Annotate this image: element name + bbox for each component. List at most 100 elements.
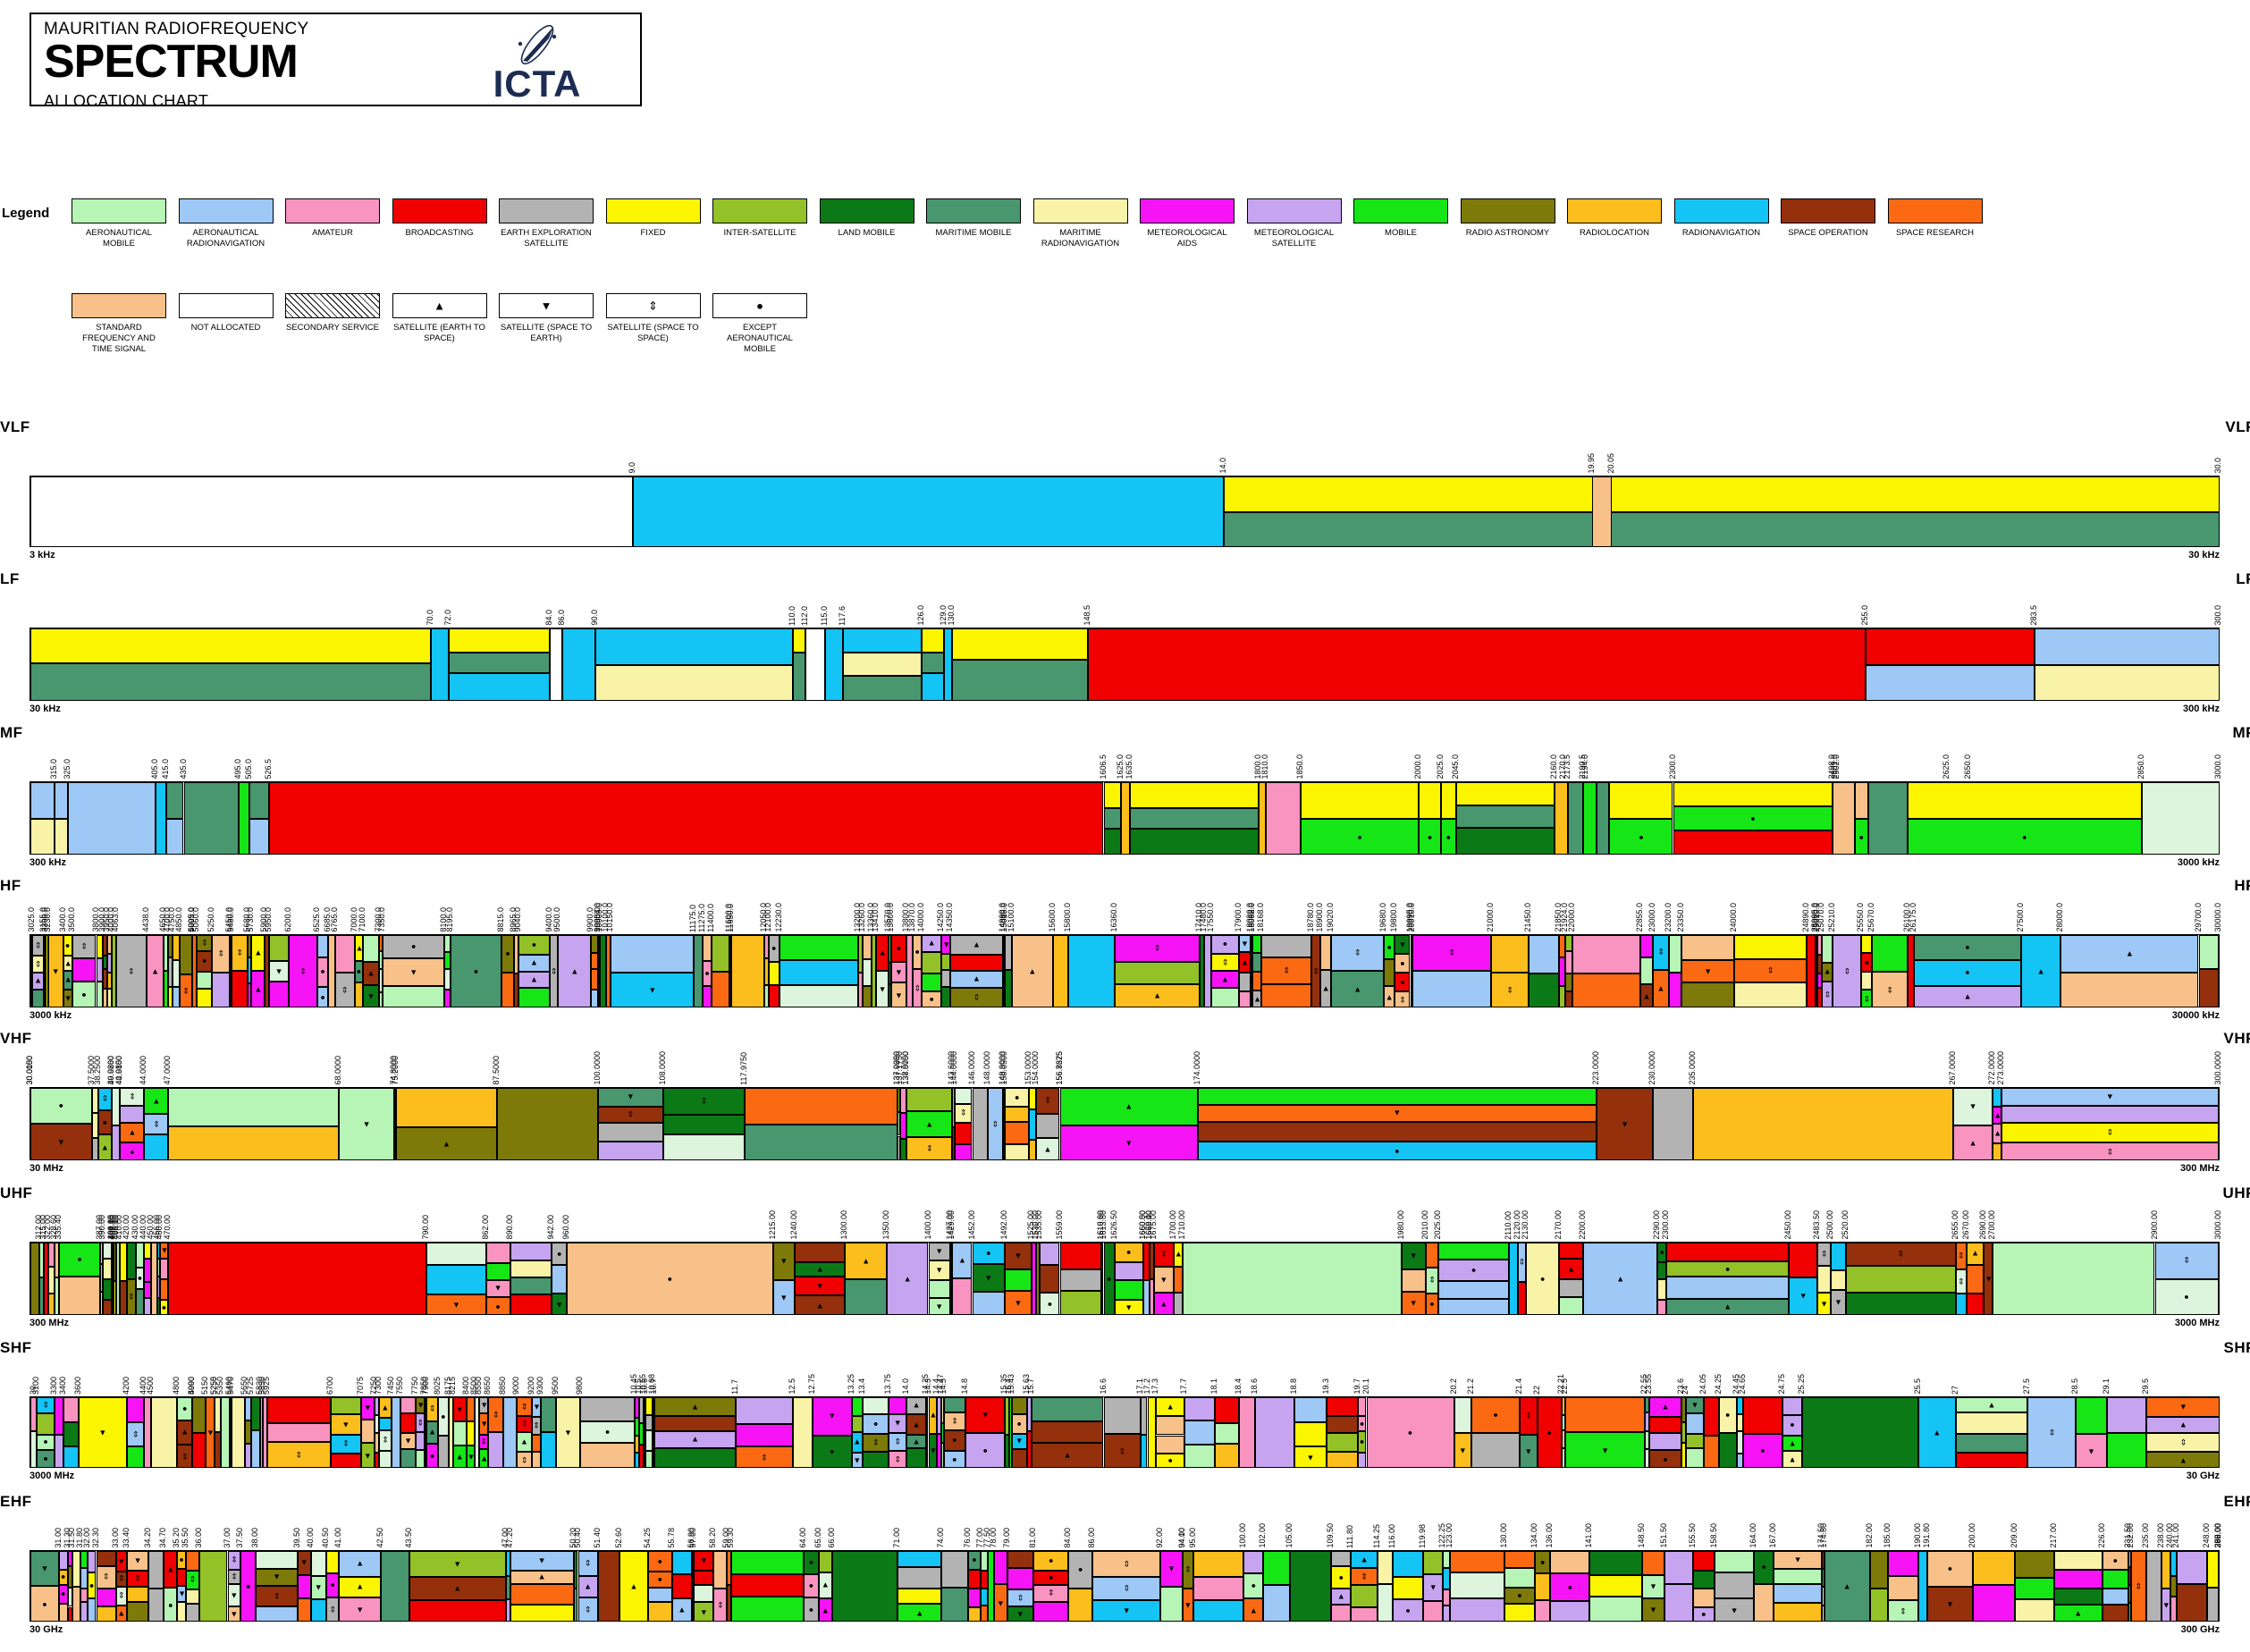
allocation-block[interactable]: ● — [1673, 806, 1833, 831]
allocation-block[interactable] — [87, 1598, 97, 1621]
allocation-block[interactable]: ▼ — [772, 1280, 796, 1314]
allocation-block[interactable] — [899, 1112, 906, 1139]
allocation-block[interactable]: ▼ — [1830, 1289, 1847, 1314]
allocation-block[interactable]: ● — [1609, 819, 1673, 854]
allocation-block[interactable] — [694, 1570, 714, 1585]
allocation-block[interactable]: ⇕ — [1351, 1568, 1378, 1586]
allocation-block[interactable]: ● — [1033, 1551, 1069, 1572]
allocation-block[interactable]: ▼ — [479, 1397, 489, 1414]
allocation-block[interactable]: ● — [164, 1588, 178, 1621]
allocation-block[interactable] — [1327, 1432, 1358, 1452]
allocation-block[interactable] — [431, 628, 449, 700]
allocation-block[interactable] — [795, 1243, 846, 1263]
allocation-block[interactable] — [1673, 782, 1833, 807]
allocation-block[interactable] — [150, 1397, 178, 1467]
allocation-block[interactable]: ▼ — [452, 1397, 467, 1422]
allocation-block[interactable]: ⇕ — [2027, 1397, 2077, 1467]
allocation-block[interactable]: ● — [890, 935, 906, 963]
allocation-block[interactable] — [54, 782, 68, 819]
allocation-block[interactable]: ▲ — [950, 970, 1003, 988]
allocation-block[interactable] — [1802, 1397, 1918, 1467]
allocation-block[interactable] — [1535, 1573, 1551, 1601]
allocation-block[interactable] — [954, 1088, 973, 1105]
allocation-block[interactable] — [1033, 1601, 1069, 1621]
allocation-block[interactable] — [1866, 665, 2035, 700]
allocation-block[interactable] — [111, 1125, 121, 1159]
allocation-block[interactable] — [2207, 1588, 2219, 1621]
allocation-block[interactable] — [1173, 1266, 1183, 1294]
allocation-block[interactable] — [1692, 1571, 1715, 1589]
allocation-block[interactable] — [32, 989, 44, 1007]
allocation-block[interactable] — [1114, 962, 1201, 984]
allocation-block[interactable] — [334, 935, 355, 973]
allocation-block[interactable] — [1184, 1397, 1216, 1420]
allocation-block[interactable] — [819, 1551, 832, 1572]
allocation-block[interactable]: ⇕ — [1520, 1397, 1538, 1435]
allocation-block[interactable]: ▲ — [339, 1576, 381, 1597]
allocation-block[interactable] — [185, 1589, 199, 1604]
allocation-block[interactable] — [58, 1277, 101, 1314]
allocation-block[interactable]: ▲ — [378, 1397, 392, 1419]
allocation-block[interactable] — [2161, 1551, 2170, 1589]
allocation-block[interactable] — [72, 957, 97, 982]
allocation-block[interactable] — [1440, 782, 1456, 819]
allocation-block[interactable]: ▼ — [890, 982, 906, 1007]
allocation-block[interactable] — [1686, 1434, 1704, 1449]
allocation-block[interactable] — [144, 1134, 169, 1159]
allocation-block[interactable] — [2102, 1589, 2129, 1605]
allocation-block[interactable]: ● — [922, 990, 942, 1007]
allocation-block[interactable]: ⇕ — [735, 1446, 793, 1467]
allocation-block[interactable] — [1639, 935, 1654, 957]
allocation-block[interactable] — [54, 1397, 63, 1436]
allocation-block[interactable] — [792, 653, 806, 700]
allocation-block[interactable] — [1129, 782, 1260, 808]
allocation-block[interactable] — [2076, 1397, 2107, 1435]
allocation-block[interactable] — [1830, 1269, 1847, 1290]
allocation-block[interactable]: ▲ — [1320, 969, 1332, 1007]
allocation-block[interactable] — [1455, 827, 1555, 854]
allocation-block[interactable] — [1215, 1397, 1240, 1424]
allocation-block[interactable]: ⇕ — [1260, 957, 1312, 985]
allocation-block[interactable] — [779, 960, 859, 985]
allocation-block[interactable] — [851, 1415, 863, 1432]
allocation-block[interactable] — [256, 1606, 298, 1621]
allocation-block[interactable] — [72, 1586, 81, 1621]
allocation-block[interactable] — [1357, 1397, 1367, 1417]
allocation-block[interactable] — [922, 973, 942, 991]
allocation-block[interactable] — [1668, 935, 1682, 974]
allocation-block[interactable]: ⇕ — [516, 1397, 533, 1417]
allocation-block[interactable] — [2145, 1551, 2162, 1621]
allocation-block[interactable]: ⇕ — [32, 956, 44, 974]
allocation-block[interactable] — [1734, 935, 1807, 960]
allocation-block[interactable]: ▼ — [360, 1397, 375, 1420]
allocation-block[interactable] — [1384, 959, 1395, 987]
allocation-block[interactable] — [444, 968, 451, 990]
allocation-block[interactable]: ▲ — [906, 1413, 927, 1436]
allocation-block[interactable]: ● — [1301, 819, 1420, 854]
allocation-block[interactable]: ● — [197, 950, 213, 972]
allocation-block[interactable]: ▼ — [941, 935, 950, 955]
allocation-block[interactable]: ▼ — [1789, 1277, 1818, 1314]
allocation-block[interactable]: ⇕ — [516, 1416, 533, 1432]
allocation-block[interactable]: ⇕ — [1887, 1600, 1918, 1621]
allocation-block[interactable]: ▲ — [928, 1397, 938, 1434]
allocation-block[interactable]: ⇕ — [863, 1433, 889, 1453]
allocation-block[interactable] — [1059, 1243, 1102, 1270]
allocation-block[interactable] — [952, 1278, 973, 1314]
allocation-block[interactable]: ▼ — [1423, 1574, 1444, 1601]
allocation-block[interactable] — [168, 1243, 427, 1314]
allocation-block[interactable]: ⇕ — [889, 1432, 906, 1451]
allocation-block[interactable]: ● — [1550, 1573, 1590, 1602]
allocation-block[interactable]: ⇕ — [532, 1416, 541, 1435]
allocation-block[interactable]: ⇕ — [1653, 935, 1669, 970]
allocation-block[interactable] — [1993, 1243, 2155, 1314]
allocation-block[interactable] — [448, 673, 550, 700]
allocation-block[interactable] — [735, 1397, 793, 1424]
allocation-block[interactable] — [842, 676, 923, 700]
allocation-block[interactable]: ▼ — [1642, 1575, 1664, 1598]
allocation-block[interactable]: ● — [703, 960, 712, 987]
allocation-block[interactable]: ⇕ — [227, 1551, 241, 1570]
allocation-block[interactable] — [452, 1421, 467, 1446]
allocation-block[interactable]: ▼ — [928, 1243, 950, 1260]
allocation-block[interactable]: ▲ — [1955, 1397, 2028, 1413]
